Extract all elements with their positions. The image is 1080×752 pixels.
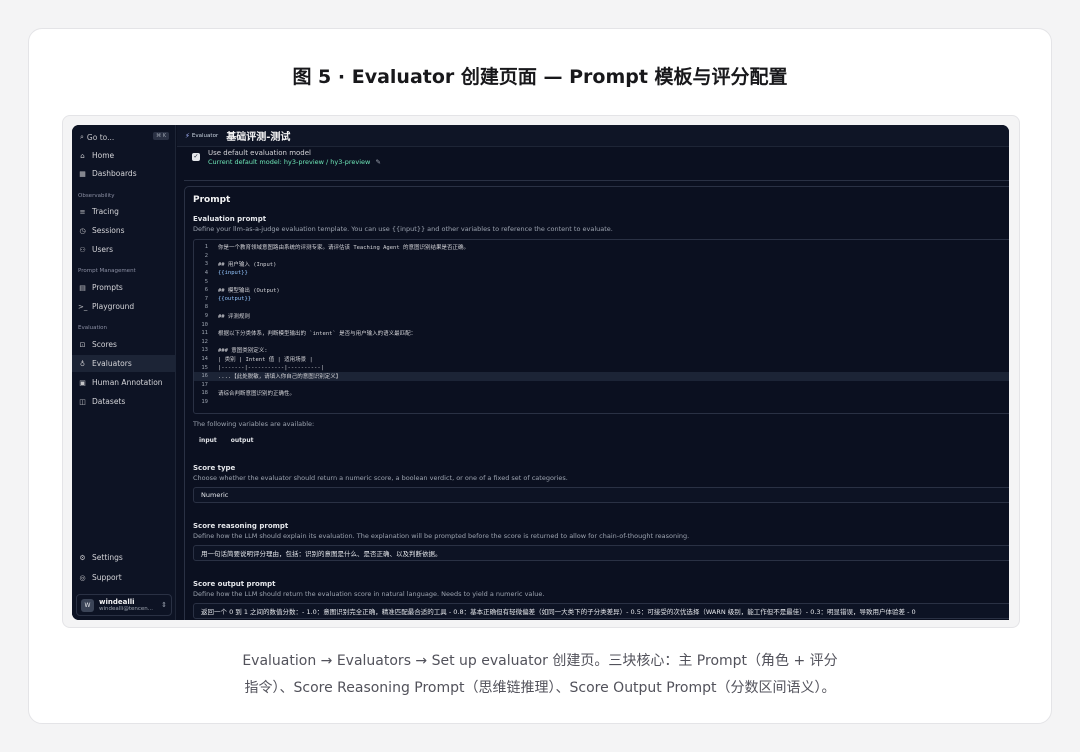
line-number: 16 (201, 373, 208, 380)
variables-note: The following variables are available: (193, 420, 315, 428)
code-text: ### 意图类别定义: (218, 348, 268, 355)
code-text: 根据以下分类体系，判断模型输出的 `intent` 是否与用户输入的语义最匹配： (218, 331, 417, 338)
figure-title: 图 5 · Evaluator 创建页面 — Prompt 模板与评分配置 (292, 66, 788, 88)
code-line: 7 {{output}} (194, 295, 1009, 304)
default-model-checkbox[interactable]: ✓ (192, 153, 200, 161)
line-number: 13 (201, 347, 208, 354)
main-content: ✓ Use default evaluation model Current d… (72, 125, 1009, 620)
code-line: 9 ## 评测规则 (194, 312, 1009, 321)
code-text: 请综合判断意图识别的正确性。 (218, 391, 296, 398)
prompt-panel: Prompt Evaluation prompt Define your llm… (184, 186, 1009, 620)
figure-caption: Evaluation → Evaluators → Set up evaluat… (0, 648, 1080, 702)
line-number: 8 (204, 304, 208, 311)
code-line: 1 你是一个教育领域意图路由系统的评测专家。请评估该 Teaching Agent… (194, 243, 1009, 252)
evaluation-prompt-label: Evaluation prompt (193, 215, 267, 223)
code-text: ## 模型输出 (Output) (218, 288, 280, 295)
line-number: 12 (201, 338, 208, 345)
code-line: 13 ### 意图类别定义: (194, 346, 1009, 355)
code-line: 5 (194, 277, 1009, 286)
line-number: 9 (204, 313, 208, 320)
code-line: 4 {{input}} (194, 269, 1009, 278)
code-line: 14 | 类别 | Intent 值 | 适用场景 | (194, 355, 1009, 364)
line-number: 4 (204, 270, 208, 277)
code-text: ## 评测规则 (218, 314, 250, 321)
line-number: 6 (204, 287, 208, 294)
score-reasoning-label: Score reasoning prompt (193, 522, 289, 530)
variables-list: input output (199, 437, 253, 444)
prompt-heading: Prompt (193, 195, 231, 205)
score-type-select[interactable]: Numeric (193, 487, 1009, 503)
line-number: 14 (201, 356, 208, 363)
code-text: 你是一个教育领域意图路由系统的评测专家。请评估该 Teaching Agent … (218, 245, 469, 252)
line-number: 2 (204, 252, 208, 259)
code-text: {{output}} (218, 295, 252, 302)
score-reasoning-desc: Define how the LLM should explain its ev… (193, 532, 690, 540)
line-number: 3 (204, 261, 208, 268)
code-line: 11 根据以下分类体系，判断模型输出的 `intent` 是否与用户输入的语义最匹… (194, 329, 1009, 338)
line-number: 15 (201, 364, 208, 371)
variable-input[interactable]: input (199, 437, 217, 444)
code-line: 18 请综合判断意图识别的正确性。 (194, 389, 1009, 398)
evaluation-prompt-editor[interactable]: 1 你是一个教育领域意图路由系统的评测专家。请评估该 Teaching Agent… (193, 239, 1009, 414)
current-default-model: Current default model: hy3-preview / hy3… (208, 158, 381, 166)
code-line: 2 (194, 252, 1009, 261)
evaluation-prompt-desc: Define your llm-as-a-judge evaluation te… (193, 225, 613, 233)
line-number: 17 (201, 381, 208, 388)
score-reasoning-input[interactable]: 用一句话简要说明评分理由，包括：识别的意图是什么、是否正确、以及判断依据。 (193, 545, 1009, 561)
code-line: 12 (194, 338, 1009, 347)
score-type-label: Score type (193, 464, 236, 472)
code-text: |-------|-----------|----------| (218, 364, 324, 371)
caption-line-1: Evaluation → Evaluators → Set up evaluat… (242, 653, 838, 669)
code-line: 3 ## 用户输入 (Input) (194, 260, 1009, 269)
line-number: 1 (204, 244, 208, 251)
code-text: {{input}} (218, 270, 248, 277)
default-model-row: ✓ Use default evaluation model Current d… (192, 147, 1009, 181)
code-line: 15 |-------|-----------|----------| (194, 363, 1009, 372)
variable-output[interactable]: output (231, 437, 254, 444)
line-number: 18 (201, 390, 208, 397)
code-text: ....【此处脱敏，请填入你自己的意图识别定义】 (218, 374, 342, 381)
line-number: 5 (204, 278, 208, 285)
score-type-desc: Choose whether the evaluator should retu… (193, 474, 568, 482)
code-line: 19 (194, 398, 1009, 407)
score-output-desc: Define how the LLM should return the eva… (193, 590, 545, 598)
code-lines: 1 你是一个教育领域意图路由系统的评测专家。请评估该 Teaching Agent… (194, 243, 1009, 406)
code-line: 17 (194, 381, 1009, 390)
line-number: 7 (204, 295, 208, 302)
code-line: 8 (194, 303, 1009, 312)
default-model-label: Use default evaluation model (208, 149, 311, 157)
code-line: 6 ## 模型输出 (Output) (194, 286, 1009, 295)
line-number: 19 (201, 398, 208, 405)
code-line: 10 (194, 320, 1009, 329)
score-output-input[interactable]: 返回一个 0 到 1 之间的数值分数：- 1.0：意图识别完全正确，精准匹配最合… (193, 603, 1009, 619)
line-number: 11 (201, 330, 208, 337)
score-output-label: Score output prompt (193, 580, 276, 588)
code-text: | 类别 | Intent 值 | 适用场景 | (218, 357, 313, 364)
caption-line-2: 指令）、Score Reasoning Prompt（思维链推理）、Score … (244, 680, 836, 696)
edit-icon[interactable]: ✎ (375, 158, 380, 166)
divider (184, 180, 1009, 181)
code-text: ## 用户输入 (Input) (218, 262, 277, 269)
code-line: 16 ....【此处脱敏，请填入你自己的意图识别定义】 (194, 371, 1009, 381)
line-number: 10 (201, 321, 208, 328)
